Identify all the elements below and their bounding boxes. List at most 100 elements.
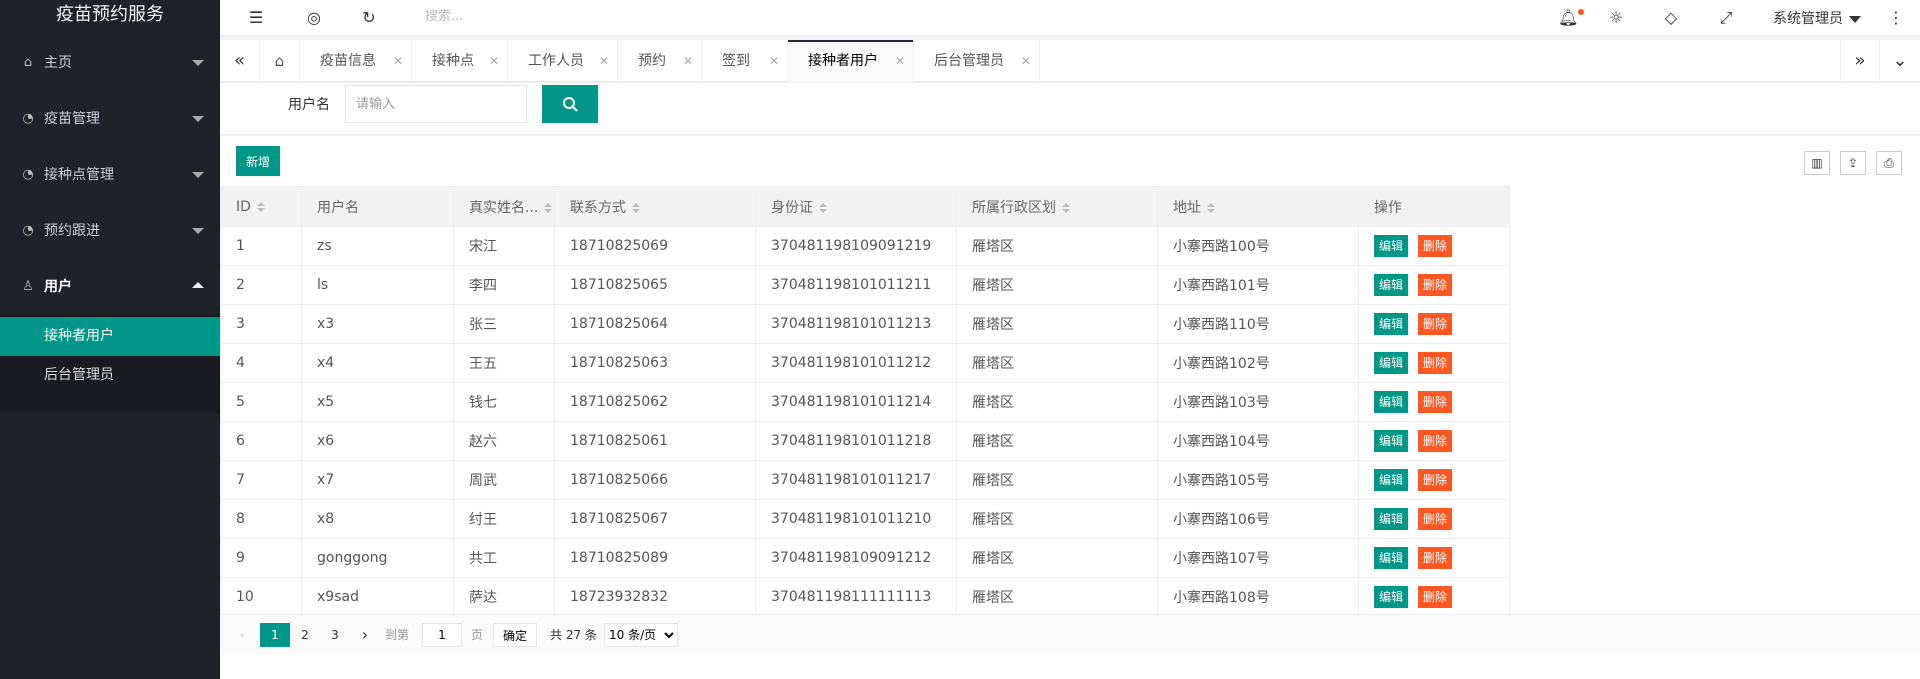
- page-1[interactable]: 1: [260, 623, 290, 647]
- close-icon[interactable]: ✕: [599, 40, 609, 82]
- delete-button[interactable]: 删除: [1418, 352, 1453, 374]
- more-vertical-icon[interactable]: ⋮: [1886, 8, 1906, 27]
- caret-down-icon: [192, 60, 204, 66]
- col-header-address[interactable]: 地址: [1157, 186, 1359, 227]
- cell-actions: 编辑 删除: [1358, 265, 1510, 305]
- close-icon[interactable]: ✕: [489, 40, 499, 82]
- edit-button[interactable]: 编辑: [1374, 274, 1409, 296]
- palette-icon[interactable]: ☼: [1606, 8, 1626, 27]
- cell-district: 雁塔区: [956, 577, 1158, 617]
- edit-button[interactable]: 编辑: [1374, 469, 1409, 491]
- page-size-select[interactable]: 10 条/页: [604, 623, 678, 647]
- tab-checkin[interactable]: 签到 ✕: [702, 40, 788, 82]
- delete-button[interactable]: 删除: [1418, 391, 1453, 413]
- tab-scroll-right-icon[interactable]: »: [1840, 40, 1880, 82]
- cell-address: 小寨西路110号: [1157, 304, 1359, 344]
- header-search-input[interactable]: [425, 9, 625, 24]
- close-icon[interactable]: ✕: [1021, 40, 1031, 82]
- menu-fold-icon[interactable]: ☰: [246, 8, 266, 27]
- tab-home-icon[interactable]: ⌂: [260, 40, 300, 82]
- delete-button[interactable]: 删除: [1418, 547, 1453, 569]
- close-icon[interactable]: ✕: [393, 40, 403, 82]
- col-header-district[interactable]: 所属行政区划: [956, 186, 1158, 227]
- tab-admins[interactable]: 后台管理员 ✕: [914, 40, 1040, 82]
- col-header-actions: 操作: [1358, 186, 1510, 227]
- table-row: 7 x7 周武 18710825066 370481198101011217 雁塔区 小寨西…: [220, 460, 1510, 500]
- tab-label: 后台管理员: [934, 53, 1004, 69]
- tab-booking[interactable]: 预约 ✕: [618, 40, 702, 82]
- sidebar-item-followup[interactable]: ◔ 预约跟进: [0, 202, 220, 258]
- cell-realname: 萨达: [453, 577, 555, 617]
- username-search-input[interactable]: [345, 85, 527, 123]
- tab-label: 疫苗信息: [320, 53, 376, 69]
- edit-button[interactable]: 编辑: [1374, 508, 1409, 530]
- cell-actions: 编辑 删除: [1358, 499, 1510, 539]
- col-header-username: 用户名: [301, 186, 454, 227]
- cell-username: x3: [301, 304, 454, 344]
- cell-realname: 钱七: [453, 382, 555, 422]
- page-2[interactable]: 2: [290, 623, 320, 647]
- bell-icon[interactable]: 🔔︎: [1558, 8, 1578, 27]
- export-icon[interactable]: ⇪: [1840, 151, 1866, 175]
- print-icon[interactable]: ⎙: [1876, 151, 1902, 175]
- columns-filter-icon[interactable]: ▥: [1804, 151, 1830, 175]
- delete-button[interactable]: 删除: [1418, 274, 1453, 296]
- sidebar-subitem-admins[interactable]: 后台管理员: [0, 356, 220, 395]
- edit-button[interactable]: 编辑: [1374, 391, 1409, 413]
- tab-vaccine-info[interactable]: 疫苗信息 ✕: [300, 40, 412, 82]
- tab-site[interactable]: 接种点 ✕: [412, 40, 508, 82]
- tab-scroll-left-icon[interactable]: «: [220, 40, 260, 82]
- page-3[interactable]: 3: [320, 623, 350, 647]
- tab-label: 签到: [722, 53, 750, 69]
- delete-button[interactable]: 删除: [1418, 508, 1453, 530]
- caret-down-icon: [1849, 15, 1861, 23]
- tab-staff[interactable]: 工作人员 ✕: [508, 40, 618, 82]
- sidebar-item-home[interactable]: ⌂ 主页: [0, 34, 220, 90]
- edit-button[interactable]: 编辑: [1374, 586, 1409, 608]
- col-header-phone[interactable]: 联系方式: [554, 186, 756, 227]
- tab-menu-chevron-icon[interactable]: ⌄: [1880, 40, 1920, 82]
- delete-button[interactable]: 删除: [1418, 313, 1453, 335]
- cell-realname: 周武: [453, 460, 555, 500]
- edit-button[interactable]: 编辑: [1374, 430, 1409, 452]
- refresh-icon[interactable]: ↻: [359, 8, 379, 27]
- add-button[interactable]: 新增: [236, 146, 280, 176]
- cell-idcard: 370481198101011211: [755, 265, 957, 305]
- delete-button[interactable]: 删除: [1418, 235, 1453, 257]
- edit-button[interactable]: 编辑: [1374, 235, 1409, 257]
- goto-page-input[interactable]: [422, 623, 462, 647]
- col-header-idcard[interactable]: 身份证: [755, 186, 957, 227]
- close-icon[interactable]: ✕: [769, 40, 779, 82]
- top-header: ☰ ◎ ↻ 🔔︎ ☼ ◇ ⤢ 系统管理员 ⋮: [220, 0, 1920, 36]
- delete-button[interactable]: 删除: [1418, 469, 1453, 491]
- col-header-realname[interactable]: 真实姓名...: [453, 186, 555, 227]
- sidebar-subitem-recipient-users[interactable]: 接种者用户: [0, 317, 220, 356]
- sidebar-item-user[interactable]: ♙ 用户: [0, 258, 220, 314]
- tab-bar: « ⌂ 疫苗信息 ✕ 接种点 ✕ 工作人员 ✕ 预约 ✕ 签到 ✕ 接种者用户 ✕ 后台管理…: [220, 40, 1920, 82]
- user-menu[interactable]: 系统管理员: [1773, 8, 1861, 28]
- cell-idcard: 370481198101011214: [755, 382, 957, 422]
- goto-confirm-button[interactable]: 确定: [493, 623, 537, 647]
- tag-icon[interactable]: ◇: [1661, 8, 1681, 27]
- sidebar-item-site[interactable]: ◔ 接种点管理: [0, 146, 220, 202]
- tab-recipient-users[interactable]: 接种者用户 ✕: [788, 40, 914, 82]
- next-page-icon[interactable]: ›: [355, 623, 375, 647]
- prev-page-icon[interactable]: ‹: [234, 623, 250, 647]
- cell-username: gonggong: [301, 538, 454, 578]
- delete-button[interactable]: 删除: [1418, 430, 1453, 452]
- close-icon[interactable]: ✕: [683, 40, 693, 82]
- edit-button[interactable]: 编辑: [1374, 313, 1409, 335]
- edit-button[interactable]: 编辑: [1374, 352, 1409, 374]
- user-table: ID 用户名 真实姓名... 联系方式 身份证 所属行政区划 地址 操作 1 zs…: [220, 186, 1510, 617]
- sidebar-item-vaccine[interactable]: ◔ 疫苗管理: [0, 90, 220, 146]
- close-icon[interactable]: ✕: [895, 40, 905, 82]
- col-header-id[interactable]: ID: [220, 186, 302, 227]
- cell-district: 雁塔区: [956, 304, 1158, 344]
- search-button[interactable]: [542, 85, 598, 123]
- fullscreen-icon[interactable]: ⤢: [1716, 8, 1736, 28]
- sort-icon: [256, 201, 265, 212]
- edit-button[interactable]: 编辑: [1374, 547, 1409, 569]
- globe-icon[interactable]: ◎: [304, 8, 324, 27]
- pagination: ‹ 1 2 3 › 到第 页 确定 共 27 条 10 条/页: [220, 614, 1920, 654]
- delete-button[interactable]: 删除: [1418, 586, 1453, 608]
